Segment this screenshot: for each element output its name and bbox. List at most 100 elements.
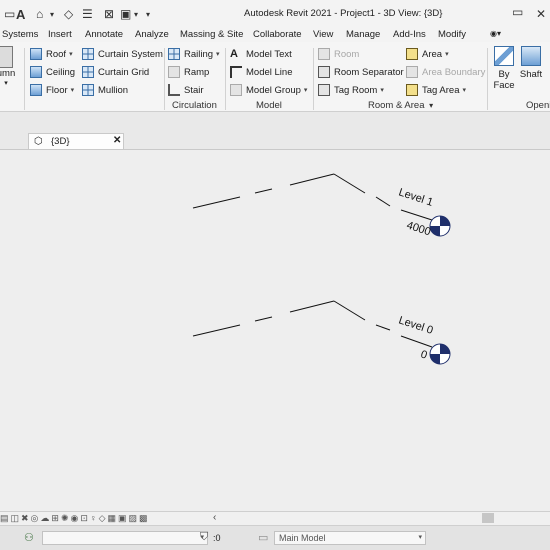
model-text-button[interactable]: A Model Text [230, 46, 292, 62]
level-0-elevation[interactable]: 0 [419, 348, 429, 361]
level-0-name[interactable]: Level 0 [397, 314, 434, 336]
revit-window: ▭ A ⌂ ▾ ◇ ☰ ⊠ ▣ ▾ ▾ Autodesk Revit 2021 … [0, 0, 550, 550]
dropdown-icon[interactable]: ▾ [50, 6, 54, 22]
model-group-icon [230, 84, 242, 96]
view-control-bar: ▤◫✖◎☁⊞✺◉⊡♀◇▦▣▨▩ ‹ [0, 511, 550, 525]
3d-view-icon: ⬡ [34, 136, 43, 147]
room-separator-button[interactable]: Room Separator [318, 64, 404, 80]
tab-massing-site[interactable]: Massing & Site [180, 29, 243, 40]
panel-separator [487, 48, 488, 110]
tab-annotate[interactable]: Annotate [85, 29, 123, 40]
stair-icon [168, 84, 180, 96]
level-1-name[interactable]: Level 1 [397, 186, 434, 208]
model-panel-label: Model [256, 100, 282, 111]
shaft-label: Shaft [519, 69, 543, 80]
roof-label: Roof [46, 48, 67, 60]
worksets-icon[interactable]: ⚇ [24, 531, 34, 544]
thin-lines-icon[interactable]: ☰ [82, 6, 93, 22]
room-label: Room [334, 48, 360, 60]
panel-separator [313, 48, 314, 110]
model-line-button[interactable]: Model Line [230, 64, 292, 80]
close-hidden-icon[interactable]: ⊠ [104, 6, 114, 22]
tab-insert[interactable]: Insert [48, 29, 72, 40]
floor-icon [30, 84, 42, 96]
stair-button[interactable]: Stair [168, 82, 204, 98]
tab-add-ins[interactable]: Add-Ins [393, 29, 426, 40]
room-button[interactable]: Room [318, 46, 359, 62]
tag-icon[interactable]: ◇ [64, 6, 73, 22]
minimize-icon[interactable]: ▭ [512, 5, 523, 19]
level-1-elevation[interactable]: 4000 [405, 219, 432, 238]
ramp-label: Ramp [184, 66, 210, 78]
mullion-button[interactable]: Mullion [82, 82, 128, 98]
model-group-dropdown-icon: ▾ [303, 87, 308, 94]
level-line-0 [192, 300, 433, 348]
floor-button[interactable]: Floor ▾ [30, 82, 74, 98]
drawing-canvas[interactable]: Level 1 4000 Level 0 0 [0, 149, 550, 511]
view-tab-3d[interactable]: ⬡ {3D} ✕ [28, 133, 124, 149]
shaft-button[interactable]: Shaft [518, 46, 544, 80]
customize-qat-icon[interactable]: ▾ [146, 6, 150, 22]
room-area-panel-label[interactable]: Room & Area ▾ [368, 100, 433, 111]
tag-room-button[interactable]: Tag Room ▾ [318, 82, 384, 98]
tag-room-icon [318, 84, 330, 96]
curtain-system-button[interactable]: Curtain System [82, 46, 163, 62]
ramp-icon [168, 66, 180, 78]
tag-area-icon [406, 84, 418, 96]
status-bar: ⚇ ▾ ⛉ :0 ▭ Main Model ▾ [0, 525, 550, 550]
ramp-button[interactable]: Ramp [168, 64, 209, 80]
room-separator-icon [318, 66, 330, 78]
view-controls-icons[interactable]: ▤◫✖◎☁⊞✺◉⊡♀◇▦▣▨▩ [0, 513, 150, 524]
workset-selector[interactable]: ▾ [42, 531, 208, 545]
close-icon[interactable]: ✕ [536, 6, 546, 22]
home-icon[interactable]: ⌂ [36, 6, 43, 22]
tab-view[interactable]: View [313, 29, 333, 40]
switch-dropdown-icon[interactable]: ▾ [134, 6, 138, 22]
scroll-left-icon[interactable]: ‹ [213, 512, 216, 523]
level-head-0-icon [429, 343, 451, 365]
tab-collaborate[interactable]: Collaborate [253, 29, 302, 40]
ribbon-panel: umn ▾ Roof▾ Ceiling Floor▾ Curtain Syste… [0, 42, 550, 112]
design-options-icon[interactable]: ▭ [258, 531, 268, 544]
tab-manage[interactable]: Manage [346, 29, 380, 40]
railing-label: Railing [184, 48, 214, 60]
close-view-icon[interactable]: ✕ [113, 135, 121, 146]
tab-overflow-icon[interactable]: ◉▾ [490, 29, 501, 38]
ribbon-tabs: Systems Insert Annotate Analyze Massing … [0, 28, 550, 42]
model-line-label: Model Line [246, 66, 293, 78]
switch-windows-icon[interactable]: ▣ [120, 6, 131, 22]
railing-button[interactable]: Railing ▾ [168, 46, 220, 62]
panel-separator [24, 48, 25, 110]
shaft-icon [521, 46, 541, 66]
railing-dropdown-icon: ▾ [216, 51, 220, 58]
by-face-label: By Face [493, 69, 515, 91]
model-text-icon: A [230, 48, 238, 60]
model-selector-value: Main Model [279, 533, 326, 543]
text-tool-icon[interactable]: A [16, 6, 25, 22]
tab-systems[interactable]: Systems [2, 29, 38, 40]
tab-modify[interactable]: Modify [438, 29, 466, 40]
ceiling-icon [30, 66, 42, 78]
curtain-grid-button[interactable]: Curtain Grid [82, 64, 149, 80]
tag-area-dropdown-icon: ▾ [462, 87, 467, 94]
filter-icon[interactable]: ⛉ [200, 531, 208, 544]
by-face-button[interactable]: By Face [491, 46, 517, 91]
mullion-icon [82, 84, 94, 96]
open-icon[interactable]: ▭ [4, 6, 15, 22]
ceiling-button[interactable]: Ceiling [30, 64, 75, 80]
model-group-button[interactable]: Model Group ▾ [230, 82, 307, 98]
tab-analyze[interactable]: Analyze [135, 29, 169, 40]
model-text-label: Model Text [246, 48, 292, 60]
circulation-panel-label: Circulation [172, 100, 217, 111]
floor-label: Floor [46, 84, 68, 96]
model-selector-dropdown-icon: ▾ [418, 534, 422, 541]
area-button[interactable]: Area ▾ [406, 46, 449, 62]
area-boundary-button[interactable]: Area Boundary [406, 64, 485, 80]
roof-button[interactable]: Roof ▾ [30, 46, 73, 62]
column-button[interactable]: umn ▾ [0, 46, 18, 90]
area-icon [406, 48, 418, 60]
horizontal-scrollbar-thumb[interactable] [482, 513, 494, 523]
model-selector[interactable]: Main Model ▾ [274, 531, 426, 545]
tag-area-button[interactable]: Tag Area ▾ [406, 82, 466, 98]
railing-icon [168, 48, 180, 60]
